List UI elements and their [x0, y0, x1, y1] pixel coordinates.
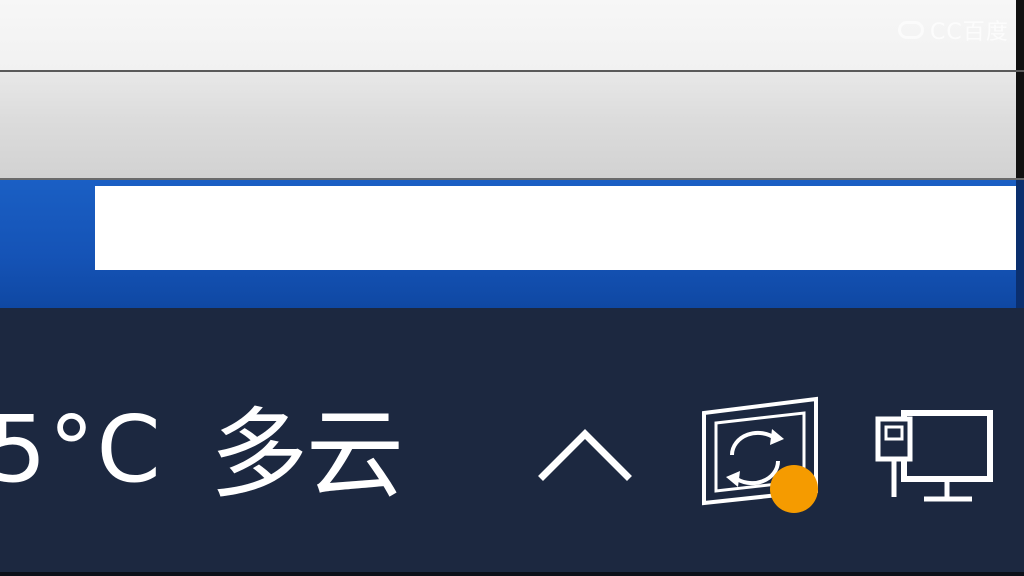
- window-toolbar: [0, 70, 1024, 180]
- weather-condition[interactable]: 多云: [210, 405, 404, 505]
- weather-temperature[interactable]: 5°C: [0, 400, 163, 500]
- chevron-up-icon[interactable]: [535, 418, 635, 484]
- blue-header-strip: [0, 180, 1024, 308]
- notification-badge: [770, 465, 818, 513]
- window-edge: [1016, 72, 1024, 178]
- screen: CC百度 5°C 多云: [0, 0, 1024, 576]
- window-edge: [1016, 0, 1024, 70]
- window-top-area: [0, 0, 1024, 70]
- network-icon[interactable]: [872, 405, 1000, 505]
- app-sync-icon[interactable]: [698, 395, 826, 515]
- taskbar-bottom-edge: [0, 572, 1024, 576]
- watermark: CC百度: [898, 14, 1009, 46]
- watermark-logo-icon: [898, 21, 924, 39]
- window-edge: [1016, 180, 1024, 308]
- address-field[interactable]: [95, 186, 1024, 270]
- watermark-text: CC百度: [930, 20, 1009, 45]
